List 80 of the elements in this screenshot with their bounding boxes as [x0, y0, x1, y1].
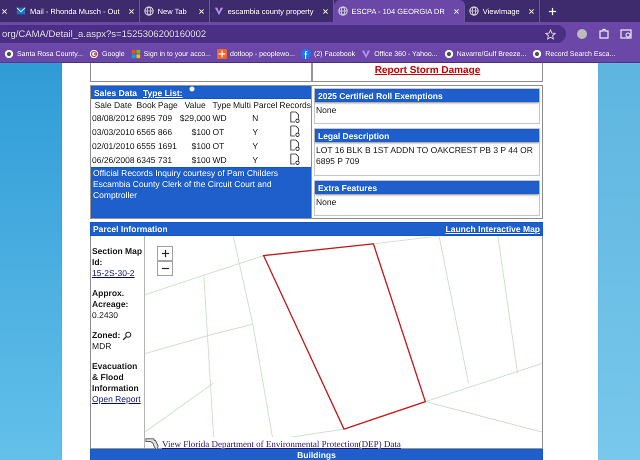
column-header: Page [156, 99, 179, 111]
table-cell-text: 6345 [136, 154, 156, 167]
field-link[interactable]: 15-2S-30-2 [92, 268, 144, 279]
close-icon[interactable] [1, 8, 8, 14]
column-header: Book [136, 99, 157, 111]
document-icon[interactable] [290, 139, 300, 151]
panel-text: None [315, 196, 338, 209]
panel-text: LOT 16 BLK B 1ST ADDN TO OAKCREST PB 3 P 44 OR 6895 P 709 [315, 144, 534, 168]
table-cell-text: $29,000 [178, 112, 212, 125]
table-cell-text: $100 [190, 126, 212, 139]
table-cell-text: 03/03/2010 [91, 126, 136, 139]
zoom-out-button[interactable] [157, 261, 173, 276]
column-header: Records [278, 99, 312, 111]
table-cell-text: 6895 [136, 112, 156, 125]
table-cell-text: Y [251, 154, 259, 167]
table-cell-text: N [251, 112, 260, 125]
plus-square-icon [216, 49, 227, 59]
new-tab-icon[interactable] [548, 6, 557, 16]
table-cell-text: OT [212, 140, 226, 153]
side-panel-icon[interactable] [620, 28, 632, 40]
profile-avatar-icon[interactable] [576, 28, 588, 40]
column-header: Value [184, 99, 207, 111]
section-title: Sales Data [94, 88, 137, 98]
type-list-link[interactable]: Type List: [143, 88, 183, 98]
field-value: MDR [92, 341, 112, 351]
table-cell-text: WD [212, 112, 228, 125]
panel-title: Extra Features [315, 181, 539, 194]
column-header: Multi Parcel [232, 99, 278, 111]
table-cell-text: 731 [156, 154, 174, 167]
table-cell-text: Y [251, 126, 259, 139]
field-label: Zoned: [92, 330, 120, 341]
table-cell-text: 6565 [136, 126, 156, 139]
table-cell-text: $100 [190, 154, 212, 167]
field-value: 0.2430 [92, 310, 118, 320]
table-cell-text: 6555 [136, 140, 156, 153]
close-icon[interactable] [128, 8, 135, 14]
field-label: Evacuation & Flood Information [92, 361, 140, 394]
table-cell-text: WD [212, 154, 228, 167]
table-cell-text: Y [251, 140, 259, 153]
plus-icon [160, 249, 170, 258]
section-title: Parcel Information [93, 224, 168, 234]
table-cell-text: $100 [190, 140, 212, 153]
field-link[interactable]: Open Report [92, 394, 144, 405]
zoom-in-button[interactable] [157, 246, 173, 261]
table-cell-text: 08/08/2012 [91, 112, 136, 125]
launch-map-link[interactable]: Launch Interactive Map [446, 224, 540, 234]
close-icon[interactable] [322, 8, 329, 14]
close-icon[interactable] [198, 8, 205, 14]
address-bar[interactable]: org/CAMA/Detail_a.aspx?s=1525306200160002 [0, 25, 566, 43]
star-icon[interactable] [545, 28, 556, 40]
magnifier-icon[interactable] [122, 330, 132, 340]
document-icon[interactable] [290, 125, 300, 137]
google-g-icon [89, 49, 100, 59]
section-title: Buildings [90, 449, 543, 460]
column-header: Type [212, 99, 232, 111]
records-credit-text: Official Records Inquiry courtesy of Pam Childers Escambia County Clerk of the Circuit Court and Comptroller [91, 167, 311, 218]
dep-data-link[interactable]: View Florida Department of Environmental Protection(DEP) Data [162, 438, 401, 449]
document-icon[interactable] [290, 111, 300, 123]
document-icon[interactable] [290, 153, 300, 165]
field-label: Approx. Acreage: [92, 288, 130, 310]
facebook-icon [300, 49, 311, 59]
close-icon[interactable] [452, 8, 460, 14]
y-letter-icon [361, 49, 372, 59]
table-cell-text: 06/26/2008 [91, 154, 136, 167]
extensions-icon[interactable] [598, 28, 610, 40]
four-squares-icon [130, 49, 141, 59]
table-cell-text: 1691 [156, 140, 178, 153]
table-cell-text: 02/01/2010 [91, 140, 136, 153]
panel-title: 2025 Certified Roll Exemptions [315, 89, 539, 102]
field-label: Section Map Id: [92, 246, 144, 268]
mail-icon [16, 6, 26, 16]
panel-text: None [315, 104, 338, 117]
panel-title: Legal Description [315, 129, 539, 142]
table-cell-text: 709 [156, 112, 174, 125]
column-header: Sale Date [94, 99, 133, 111]
table-cell-text: 866 [156, 126, 174, 139]
info-dot-icon [188, 86, 195, 92]
table-cell-text: OT [212, 126, 226, 139]
close-icon[interactable] [528, 8, 535, 14]
florida-map-icon [145, 436, 159, 451]
